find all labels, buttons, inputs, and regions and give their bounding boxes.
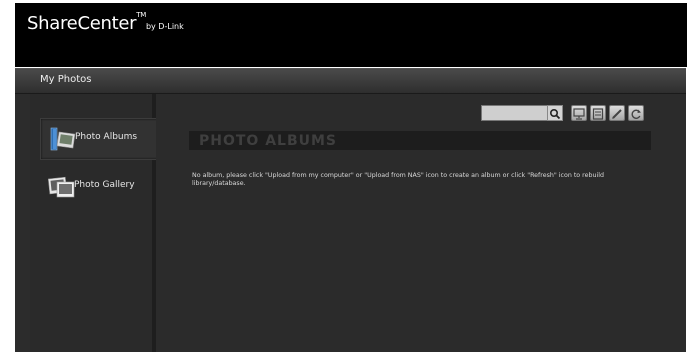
app-header: ShareCenterTM by D-Link [15,3,687,67]
window-title: My Photos [40,74,92,85]
main-content: PHOTO ALBUMS No album, please click "Upl… [156,94,686,352]
edit-button[interactable] [609,105,625,121]
magnifier-icon [549,108,561,120]
refresh-icon [631,109,641,119]
sidebar-item-photo-albums[interactable]: Photo Albums [40,118,164,160]
page-margin [0,0,15,351]
sidebar-item-label: Photo Gallery [74,180,135,190]
brand-name: ShareCenter [27,13,137,34]
pencil-icon [612,109,622,119]
sharecenter-logo: ShareCenterTM by D-Link [27,11,184,34]
photo-albums-icon [49,125,77,153]
trademark: TM [136,11,146,19]
search-button[interactable] [547,105,563,121]
window-titlebar: My Photos [15,69,686,94]
upload-from-computer-icon [573,108,585,120]
upload-from-computer-button[interactable] [571,105,587,121]
sidebar-item-photo-gallery[interactable]: Photo Gallery [40,167,162,207]
search-box [481,105,565,121]
sidebar: Photo Albums Photo Gallery [30,94,164,352]
upload-from-nas-button[interactable] [590,105,606,121]
section-title: PHOTO ALBUMS [199,133,338,149]
sidebar-item-label: Photo Albums [75,132,138,142]
section-header: PHOTO ALBUMS [189,131,651,150]
photos-window: My Photos Photo Albums Photo Gallery PHO… [15,68,686,352]
photo-gallery-icon [47,173,76,201]
refresh-button[interactable] [628,105,644,121]
search-input[interactable] [481,105,549,121]
empty-album-message: No album, please click "Upload from my c… [192,172,604,187]
upload-from-nas-icon [592,108,604,120]
brand-by: by D-Link [145,22,184,31]
